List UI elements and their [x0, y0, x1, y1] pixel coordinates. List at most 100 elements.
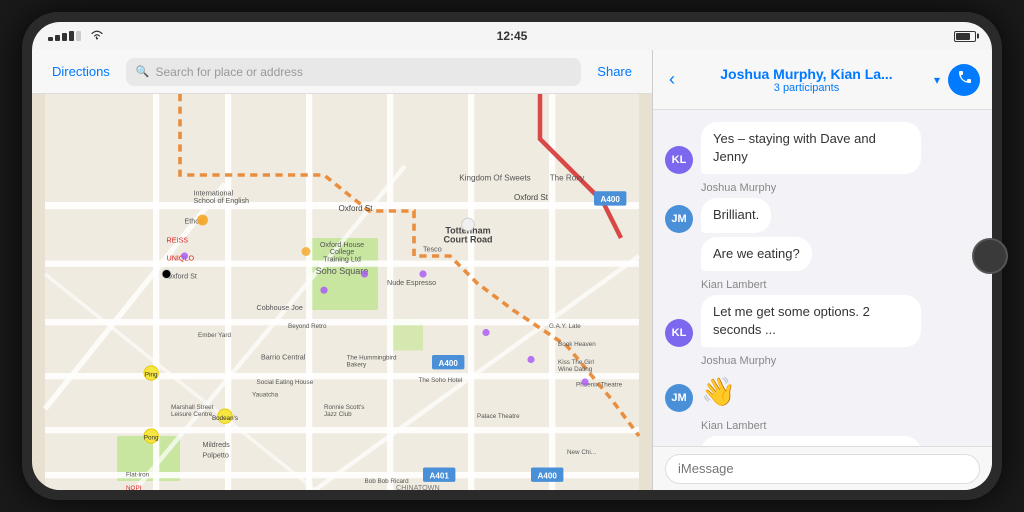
svg-text:Oxford St: Oxford St	[514, 193, 549, 202]
svg-text:School of English: School of English	[194, 196, 250, 205]
svg-text:REISS: REISS	[167, 236, 189, 245]
svg-text:Oxford St: Oxford St	[338, 204, 373, 213]
call-button[interactable]	[948, 64, 980, 96]
chat-input-area	[653, 446, 992, 490]
battery-fill	[956, 33, 970, 40]
msg-group-1: KL Yes – staying with Dave and Jenny	[665, 122, 980, 174]
status-bar: 12:45	[32, 22, 992, 50]
msg-group-4: Kian Lambert KL Let me get some options.…	[665, 279, 980, 347]
chat-panel: ‹ Joshua Murphy, Kian La... 3 participan…	[652, 50, 992, 490]
chat-header-info: Joshua Murphy, Kian La... 3 participants	[687, 66, 926, 94]
svg-text:Kingdom Of Sweets: Kingdom Of Sweets	[459, 173, 530, 182]
svg-text:Social Eating House: Social Eating House	[257, 379, 314, 386]
share-button[interactable]: Share	[589, 60, 640, 83]
svg-text:Beyond Retro: Beyond Retro	[288, 323, 327, 330]
msg-row-5: JM 👋	[665, 371, 980, 412]
svg-text:The Roxy: The Roxy	[550, 173, 586, 182]
svg-text:Ping: Ping	[145, 372, 158, 379]
tablet-screen: 12:45 Directions 🔍 Search for place or a…	[32, 22, 992, 490]
svg-text:Polpetto: Polpetto	[203, 451, 229, 460]
chevron-down-icon[interactable]: ▾	[934, 73, 940, 87]
msg-group-5: Joshua Murphy JM 👋	[665, 355, 980, 412]
wifi-icon	[89, 29, 105, 43]
signal-dot-1	[48, 37, 53, 41]
svg-text:Flat-iron: Flat-iron	[126, 472, 150, 479]
svg-text:Tesco: Tesco	[423, 245, 442, 254]
search-placeholder: Search for place or address	[156, 65, 303, 79]
svg-text:Ronnie Scott's: Ronnie Scott's	[324, 404, 364, 411]
msg-bubble-6: Anyone fancy trying the new pizza place …	[701, 436, 921, 446]
svg-text:Palace Theatre: Palace Theatre	[477, 413, 520, 420]
status-time: 12:45	[497, 29, 528, 43]
svg-text:Book Heaven: Book Heaven	[558, 341, 596, 348]
search-icon: 🔍	[136, 65, 150, 78]
msg-group-6: Kian Lambert KL Anyone fancy trying the …	[665, 420, 980, 446]
svg-text:A401: A401	[430, 471, 450, 480]
svg-text:The Hummingbird: The Hummingbird	[347, 355, 398, 362]
svg-text:Court Road: Court Road	[444, 235, 493, 245]
msg-bubble-1: Yes – staying with Dave and Jenny	[701, 122, 921, 174]
svg-text:A400: A400	[439, 359, 459, 368]
map-svg: A400 A400 A400 A401 Tottenham Court	[32, 94, 652, 490]
chat-header: ‹ Joshua Murphy, Kian La... 3 participan…	[653, 50, 992, 110]
chat-input-field[interactable]	[665, 454, 980, 484]
svg-text:Wine Dating: Wine Dating	[558, 366, 593, 373]
avatar-kl-2: KL	[665, 319, 693, 347]
tablet-frame: 12:45 Directions 🔍 Search for place or a…	[22, 12, 1002, 500]
map-section: Directions 🔍 Search for place or address…	[32, 50, 652, 490]
msg-row-3: Are we eating?	[665, 237, 980, 271]
svg-text:NOPI: NOPI	[126, 485, 142, 490]
home-button[interactable]	[972, 238, 1008, 274]
svg-text:Bodean's: Bodean's	[212, 415, 238, 422]
back-button[interactable]: ‹	[665, 65, 679, 94]
signal-indicator	[48, 31, 81, 41]
msg-group-2: Joshua Murphy JM Brilliant. Are we eatin…	[665, 182, 980, 270]
main-content: Directions 🔍 Search for place or address…	[32, 50, 992, 490]
svg-text:G.A.Y. Late: G.A.Y. Late	[549, 323, 581, 330]
status-right	[954, 31, 976, 42]
signal-dot-3	[62, 33, 67, 41]
map-toolbar: Directions 🔍 Search for place or address…	[32, 50, 652, 94]
svg-text:Jazz Club: Jazz Club	[324, 411, 352, 418]
svg-text:Bakery: Bakery	[347, 362, 367, 369]
svg-text:Nude Espresso: Nude Espresso	[387, 278, 436, 287]
msg-bubble-3: Are we eating?	[701, 237, 812, 271]
status-left	[48, 29, 105, 43]
map-search-bar[interactable]: 🔍 Search for place or address	[126, 58, 582, 86]
chat-messages: KL Yes – staying with Dave and Jenny Jos…	[653, 110, 992, 446]
svg-text:New Chi...: New Chi...	[567, 449, 596, 456]
svg-text:Ember Yard: Ember Yard	[198, 332, 232, 339]
svg-text:Bar & Cafe: Bar & Cafe	[365, 490, 396, 491]
msg-row-6: KL Anyone fancy trying the new pizza pla…	[665, 436, 980, 446]
svg-text:Yauatcha: Yauatcha	[252, 391, 279, 398]
signal-dot-2	[55, 35, 60, 41]
svg-text:Leisure Centre: Leisure Centre	[171, 411, 213, 418]
msg-sender-5: Joshua Murphy	[701, 355, 980, 367]
msg-row-1: KL Yes – staying with Dave and Jenny	[665, 122, 980, 174]
msg-bubble-4: Let me get some options. 2 seconds ...	[701, 295, 921, 347]
svg-text:The Soho Hotel: The Soho Hotel	[419, 377, 463, 384]
map-view[interactable]: A400 A400 A400 A401 Tottenham Court	[32, 94, 652, 490]
svg-text:Cobhouse Joe: Cobhouse Joe	[257, 303, 303, 312]
svg-text:Bob Bob Ricard: Bob Bob Ricard	[365, 478, 410, 485]
chat-header-name: Joshua Murphy, Kian La...	[720, 66, 892, 82]
svg-text:Mildreds: Mildreds	[203, 440, 231, 449]
svg-text:Barrio Central: Barrio Central	[261, 353, 306, 362]
chat-header-actions: ▾	[934, 64, 980, 96]
svg-text:Pong: Pong	[144, 435, 159, 442]
avatar-jm-1: JM	[665, 205, 693, 233]
msg-sender-4: Kian Lambert	[701, 279, 980, 291]
msg-row-2: JM Brilliant.	[665, 198, 980, 232]
svg-text:A400: A400	[538, 471, 558, 480]
svg-text:Training Ltd: Training Ltd	[323, 254, 361, 263]
svg-text:UNIQLO: UNIQLO	[167, 254, 195, 263]
svg-text:Kiss The Girl: Kiss The Girl	[558, 359, 594, 366]
msg-sender-6: Kian Lambert	[701, 420, 980, 432]
chat-participants-count: 3 participants	[774, 82, 839, 94]
msg-bubble-2: Brilliant.	[701, 198, 771, 232]
avatar-jm-2: JM	[665, 384, 693, 412]
svg-text:Soho Square: Soho Square	[316, 266, 369, 276]
phone-icon	[956, 70, 972, 89]
avatar-kl-1: KL	[665, 146, 693, 174]
directions-button[interactable]: Directions	[44, 60, 118, 83]
